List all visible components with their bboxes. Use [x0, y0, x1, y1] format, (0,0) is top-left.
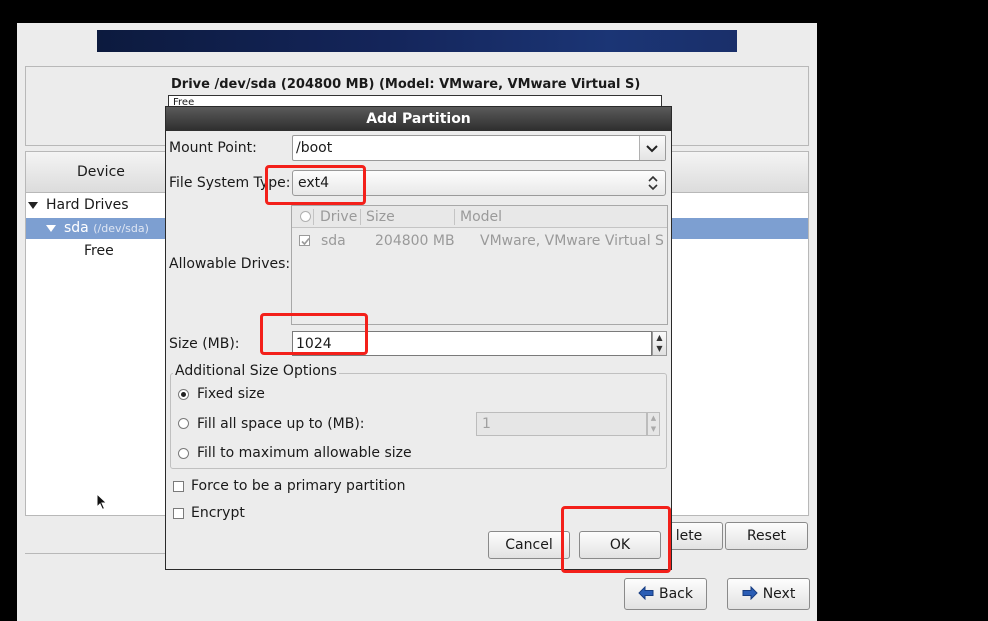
fill-upto-label[interactable]: Fill all space up to (MB): — [197, 416, 365, 432]
column-header-model[interactable]: Model — [460, 209, 502, 225]
expander-triangle-icon[interactable] — [46, 224, 56, 232]
next-button[interactable]: Next — [727, 578, 810, 610]
fixed-size-label[interactable]: Fixed size — [197, 386, 265, 402]
drive-model: VMware, VMware Virtual S — [480, 233, 664, 249]
reset-button[interactable]: Reset — [725, 522, 808, 550]
arrow-left-icon — [638, 586, 654, 600]
drives-list-row[interactable]: sda 204800 MB VMware, VMware Virtual S — [292, 232, 667, 252]
mount-point-label: Mount Point: — [169, 140, 257, 156]
fill-upto-spinner[interactable]: ▲ ▼ — [647, 412, 660, 436]
mount-point-dropdown[interactable] — [639, 136, 665, 160]
back-button[interactable]: Back — [624, 578, 707, 610]
tree-row-sda[interactable]: sda (/dev/sda) — [46, 220, 149, 236]
highlight-fs-type — [265, 165, 366, 205]
next-label: Next — [762, 586, 796, 602]
radio-fill-max[interactable] — [178, 448, 189, 459]
fill-upto-input[interactable]: 1 — [476, 412, 647, 436]
updown-chevron-icon — [648, 175, 658, 191]
cancel-button[interactable]: Cancel — [488, 531, 570, 559]
force-primary-label[interactable]: Force to be a primary partition — [191, 478, 405, 494]
encrypt-checkbox[interactable] — [173, 508, 184, 519]
tree-row-free[interactable]: Free — [84, 243, 114, 259]
drive-checkbox[interactable] — [299, 235, 310, 246]
mount-point-combo[interactable] — [292, 135, 666, 161]
mount-point-value[interactable]: /boot — [296, 140, 332, 156]
column-separator — [313, 209, 314, 225]
size-options-legend: Additional Size Options — [173, 363, 339, 379]
drive-size: 204800 MB — [375, 233, 455, 249]
highlight-size — [260, 313, 368, 355]
fill-max-label[interactable]: Fill to maximum allowable size — [197, 445, 412, 461]
select-column-icon — [300, 211, 311, 222]
column-header-size[interactable]: Size — [366, 209, 395, 225]
force-primary-checkbox[interactable] — [173, 481, 184, 492]
arrow-right-icon — [742, 586, 758, 600]
column-header-drive[interactable]: Drive — [320, 209, 357, 225]
installer-banner — [97, 30, 737, 52]
allowable-drives-label: Allowable Drives: — [169, 256, 291, 272]
column-header-device[interactable]: Device — [77, 164, 125, 180]
radio-fixed-size[interactable] — [178, 389, 189, 400]
chevron-down-icon — [646, 145, 658, 153]
back-label: Back — [659, 586, 693, 602]
size-label: Size (MB): — [169, 336, 240, 352]
highlight-ok-button — [561, 506, 671, 573]
radio-fill-upto[interactable] — [178, 418, 189, 429]
drive-name: sda — [321, 233, 346, 249]
column-separator — [454, 209, 455, 225]
mouse-cursor-icon — [96, 493, 108, 511]
encrypt-label[interactable]: Encrypt — [191, 505, 245, 521]
column-separator — [360, 209, 361, 225]
tree-row-path: (/dev/sda) — [93, 222, 149, 235]
dialog-title: Add Partition — [166, 107, 671, 131]
drive-title: Drive /dev/sda (204800 MB) (Model: VMwar… — [171, 77, 641, 92]
size-spinner[interactable]: ▲ ▼ — [652, 331, 667, 356]
tree-row-label: Hard Drives — [46, 197, 129, 213]
drives-list-header: Drive Size Model — [292, 206, 667, 228]
tree-row-hard-drives[interactable]: Hard Drives — [28, 197, 129, 213]
tree-row-label: sda — [64, 220, 89, 236]
expander-triangle-icon[interactable] — [28, 201, 38, 209]
checkmark-icon — [301, 237, 310, 246]
